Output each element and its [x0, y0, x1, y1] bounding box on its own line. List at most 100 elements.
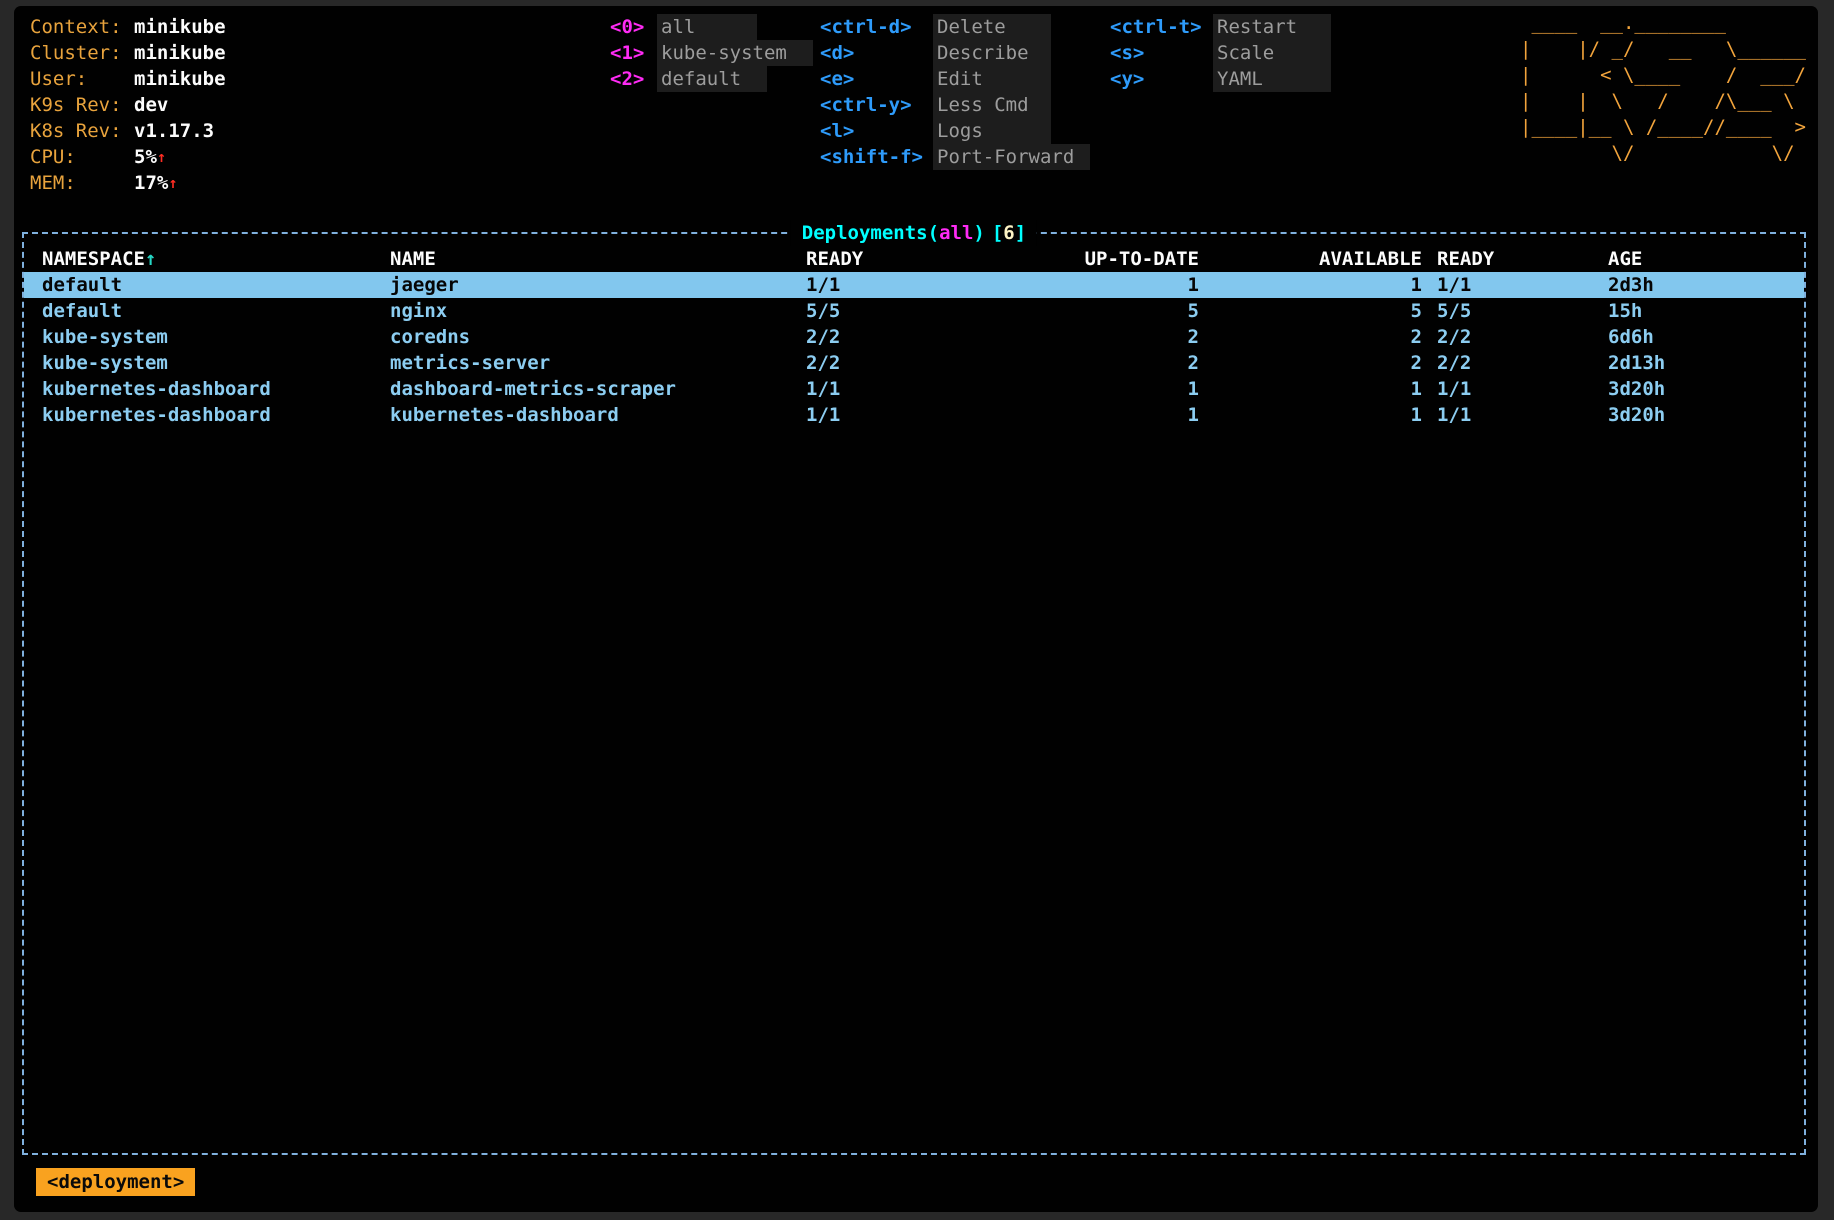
cell-ready: 1/1 [806, 272, 1006, 298]
cell-namespace: kubernetes-dashboard [42, 376, 390, 402]
table-row-jaeger[interactable]: default jaeger 1/1 1 1 1/1 2d3h [24, 272, 1804, 298]
info-value: dev [134, 92, 168, 118]
column-header-ready-2[interactable]: READY [1422, 246, 1608, 272]
cluster-info-panel: Context:minikube Cluster:minikube User:m… [30, 14, 226, 196]
column-header-name[interactable]: NAME [390, 246, 806, 272]
cell-name: metrics-server [390, 350, 806, 376]
hotkey-label: Logs [933, 118, 1051, 144]
cell-up-to-date: 1 [1006, 272, 1199, 298]
hotkey-key: <ctrl-t> [1110, 14, 1213, 40]
table-row-dashboard-metrics-scraper[interactable]: kubernetes-dashboard dashboard-metrics-s… [24, 376, 1804, 402]
info-label: K8s Rev: [30, 118, 134, 144]
k9s-logo: ____ __.________ | |/ _/ __ \______ | < … [1520, 10, 1806, 166]
cell-age: 2d3h [1608, 272, 1804, 298]
breadcrumb-deployment[interactable]: <deployment> [36, 1168, 195, 1196]
table-row-coredns[interactable]: kube-system coredns 2/2 2 2 2/2 6d6h [24, 324, 1804, 350]
cell-age: 6d6h [1608, 324, 1804, 350]
terminal-window: Context:minikube Cluster:minikube User:m… [14, 6, 1818, 1212]
cell-name: coredns [390, 324, 806, 350]
column-header-ready[interactable]: READY [806, 246, 1006, 272]
cell-ready-2: 2/2 [1422, 350, 1608, 376]
info-user: User:minikube [30, 66, 226, 92]
hotkey-logs[interactable]: <l>Logs [820, 118, 1090, 144]
table-row-nginx[interactable]: default nginx 5/5 5 5 5/5 15h [24, 298, 1804, 324]
hotkey-label: Describe [933, 40, 1051, 66]
action-hotkey-menu-2: <ctrl-t>Restart <s>Scale <y>YAML [1110, 14, 1331, 92]
column-header-label: NAMESPACE [42, 248, 145, 270]
deployments-table: NAMESPACE↑ NAME READY UP-TO-DATE AVAILAB… [24, 234, 1804, 1153]
cpu-up-arrow-icon: ↑ [157, 144, 166, 170]
info-cpu: CPU:5%↑ [30, 144, 226, 170]
column-header-available[interactable]: AVAILABLE [1199, 246, 1422, 272]
cell-name: jaeger [390, 272, 806, 298]
hotkey-key: <s> [1110, 40, 1213, 66]
column-header-namespace[interactable]: NAMESPACE↑ [42, 246, 390, 272]
info-context: Context:minikube [30, 14, 226, 40]
deployments-table-frame: Deployments(all)[6] NAMESPACE↑ NAME READ… [22, 232, 1806, 1155]
hotkey-label: default [657, 66, 767, 92]
info-label: MEM: [30, 170, 134, 196]
column-header-age[interactable]: AGE [1608, 246, 1804, 272]
hotkey-scale[interactable]: <s>Scale [1110, 40, 1331, 66]
info-value: minikube [134, 66, 226, 92]
info-value: 17% [134, 170, 168, 196]
hotkey-less-cmd[interactable]: <ctrl-y>Less Cmd [820, 92, 1090, 118]
hotkey-label: all [657, 14, 757, 40]
hotkey-label: kube-system [657, 40, 813, 66]
info-value: minikube [134, 14, 226, 40]
namespace-hotkey-all[interactable]: <0>all [610, 14, 813, 40]
cell-up-to-date: 1 [1006, 376, 1199, 402]
cell-up-to-date: 2 [1006, 324, 1199, 350]
cell-namespace: kubernetes-dashboard [42, 402, 390, 428]
hotkey-key: <2> [610, 66, 657, 92]
cell-ready: 1/1 [806, 376, 1006, 402]
info-cluster: Cluster:minikube [30, 40, 226, 66]
hotkey-key: <0> [610, 14, 657, 40]
sort-ascending-icon: ↑ [145, 248, 156, 270]
hotkey-key: <1> [610, 40, 657, 66]
hotkey-edit[interactable]: <e>Edit [820, 66, 1090, 92]
namespace-hotkey-menu: <0>all <1>kube-system <2>default [610, 14, 813, 92]
cell-age: 15h [1608, 298, 1804, 324]
hotkey-restart[interactable]: <ctrl-t>Restart [1110, 14, 1331, 40]
cell-ready: 1/1 [806, 402, 1006, 428]
hotkey-delete[interactable]: <ctrl-d>Delete [820, 14, 1090, 40]
info-label: CPU: [30, 144, 134, 170]
cell-namespace: kube-system [42, 324, 390, 350]
hotkey-label: Delete [933, 14, 1051, 40]
hotkey-key: <d> [820, 40, 933, 66]
namespace-hotkey-default[interactable]: <2>default [610, 66, 813, 92]
hotkey-yaml[interactable]: <y>YAML [1110, 66, 1331, 92]
hotkey-key: <y> [1110, 66, 1213, 92]
hotkey-label: Port-Forward [933, 144, 1090, 170]
action-hotkey-menu-1: <ctrl-d>Delete <d>Describe <e>Edit <ctrl… [820, 14, 1090, 170]
hotkey-describe[interactable]: <d>Describe [820, 40, 1090, 66]
cell-available: 1 [1199, 272, 1422, 298]
cell-available: 2 [1199, 350, 1422, 376]
namespace-hotkey-kube-system[interactable]: <1>kube-system [610, 40, 813, 66]
table-row-metrics-server[interactable]: kube-system metrics-server 2/2 2 2 2/2 2… [24, 350, 1804, 376]
table-row-kubernetes-dashboard[interactable]: kubernetes-dashboard kubernetes-dashboar… [24, 402, 1804, 428]
info-value: v1.17.3 [134, 118, 214, 144]
cell-ready-2: 5/5 [1422, 298, 1608, 324]
hotkey-key: <ctrl-d> [820, 14, 933, 40]
info-label: Context: [30, 14, 134, 40]
cell-name: kubernetes-dashboard [390, 402, 806, 428]
cell-up-to-date: 1 [1006, 402, 1199, 428]
hotkey-key: <l> [820, 118, 933, 144]
cell-ready: 2/2 [806, 324, 1006, 350]
cell-ready-2: 2/2 [1422, 324, 1608, 350]
hotkey-label: Edit [933, 66, 1051, 92]
cell-ready-2: 1/1 [1422, 402, 1608, 428]
info-mem: MEM:17%↑ [30, 170, 226, 196]
hotkey-port-forward[interactable]: <shift-f>Port-Forward [820, 144, 1090, 170]
info-k8s-rev: K8s Rev:v1.17.3 [30, 118, 226, 144]
cell-namespace: default [42, 298, 390, 324]
hotkey-label: YAML [1213, 66, 1331, 92]
cell-age: 3d20h [1608, 376, 1804, 402]
cell-namespace: kube-system [42, 350, 390, 376]
hotkey-label: Scale [1213, 40, 1331, 66]
column-header-up-to-date[interactable]: UP-TO-DATE [1006, 246, 1199, 272]
cell-name: nginx [390, 298, 806, 324]
cell-age: 2d13h [1608, 350, 1804, 376]
